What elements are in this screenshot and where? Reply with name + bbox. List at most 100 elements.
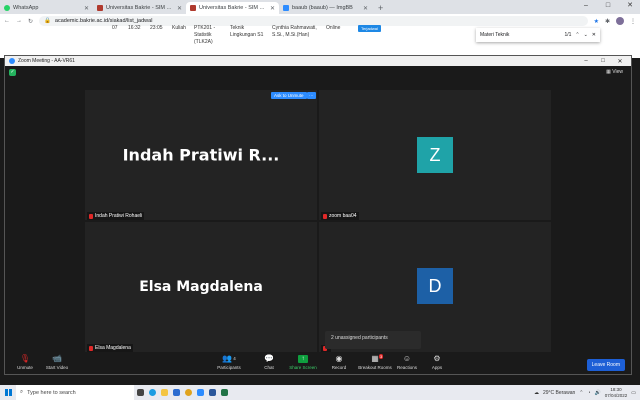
lock-icon: 🔒	[44, 18, 51, 24]
chat-icon: 💬	[264, 354, 274, 363]
unmute-button[interactable]: 🎙 Unmute	[7, 353, 43, 370]
participant-name-text: Indah Pratiwi Rohaeli	[95, 213, 143, 219]
view-button[interactable]: ▦ View	[606, 69, 623, 75]
mic-muted-icon	[323, 213, 327, 219]
lecturer: Cynthia Rahmawati, S.Si., M.Si.(Han)	[272, 25, 317, 38]
apps-button[interactable]: ⚙ Apps	[419, 353, 455, 370]
view-label: View	[612, 69, 623, 75]
close-icon[interactable]: ✕	[84, 5, 89, 12]
participant-name-text: zoom baa04	[329, 213, 357, 219]
volume-icon[interactable]: 🔊	[595, 390, 601, 396]
tab-label: Universitas Bakrie - SIM Akadem	[106, 5, 174, 11]
start-button[interactable]	[0, 385, 16, 400]
find-query[interactable]: Materi Teknik	[480, 32, 560, 38]
close-icon[interactable]: ✕	[270, 5, 275, 12]
weather-text[interactable]: 29°C Berawan	[543, 390, 575, 396]
close-button[interactable]: ✕	[613, 58, 627, 65]
start-video-label: Start Video	[45, 365, 69, 370]
status-badge: Terjadwal	[358, 25, 381, 32]
word-icon[interactable]	[206, 385, 218, 400]
ask-to-unmute-button[interactable]: Ask to Unmute	[271, 92, 307, 99]
leave-room-button[interactable]: Leave Room	[586, 359, 625, 371]
participant-initial-avatar: D	[417, 268, 453, 304]
participants-icon: 👥 4	[222, 354, 236, 363]
close-window-button[interactable]: ✕	[620, 0, 640, 12]
participants-label: Participants	[217, 365, 241, 370]
video-tile-elsa[interactable]: Elsa Magdalena Elsa Magdalena	[85, 222, 317, 352]
chat-button[interactable]: 💬 Chat	[251, 353, 287, 370]
back-icon[interactable]: ←	[4, 18, 10, 24]
start-video-button[interactable]: 📹 Start Video	[39, 353, 75, 370]
meeting-controls-toolbar: 🎙 Unmute 📹 Start Video 👥 4 Participants 💬…	[5, 352, 631, 374]
search-icon: ⌕	[20, 389, 24, 395]
close-icon[interactable]: ✕	[177, 5, 182, 12]
file-explorer-icon[interactable]	[158, 385, 170, 400]
shield-icon[interactable]: ✓	[9, 69, 16, 76]
taskbar-search[interactable]: ⌕ Type here to search	[16, 385, 134, 400]
tab-sim-akademik-2[interactable]: Universitas Bakrie - SIM Akadem ✕	[186, 2, 279, 14]
participant-name-text: Elsa Magdalena	[95, 345, 131, 351]
minimize-button[interactable]: –	[576, 0, 596, 12]
find-close-button[interactable]: ✕	[592, 32, 596, 38]
zoom-meeting-window: Zoom Meeting - AA-VR61 – □ ✕ ✓ ▦ View In…	[4, 55, 632, 375]
zoom-window-title: Zoom Meeting - AA-VR61	[18, 58, 75, 64]
tab-sim-akademik-1[interactable]: Universitas Bakrie - SIM Akadem ✕	[93, 2, 186, 14]
tab-whatsapp[interactable]: WhatsApp ✕	[0, 2, 93, 14]
close-icon[interactable]: ✕	[363, 5, 368, 12]
store-icon[interactable]	[170, 385, 182, 400]
profile-avatar[interactable]	[616, 17, 624, 25]
participant-name-label: Indah Pratiwi Rohaeli	[87, 212, 145, 220]
new-tab-button[interactable]: +	[372, 2, 389, 14]
weather-icon: ☁	[533, 389, 539, 396]
forward-icon[interactable]: →	[16, 18, 22, 24]
find-next-button[interactable]: ⌄	[584, 32, 588, 38]
reload-icon[interactable]: ↻	[28, 18, 33, 25]
excel-icon[interactable]	[218, 385, 230, 400]
unassigned-participants-popup[interactable]: 2 unassigned participants	[325, 331, 421, 349]
star-icon[interactable]: ★	[594, 18, 599, 25]
tab-label: WhatsApp	[13, 5, 39, 11]
chevron-up-icon[interactable]: ⌃	[579, 390, 583, 396]
grid-icon: ▦	[606, 69, 611, 75]
menu-icon[interactable]: ⋮	[630, 18, 636, 25]
participants-count: 4	[233, 356, 236, 361]
mic-muted-icon	[89, 213, 93, 219]
apps-label: Apps	[431, 365, 443, 370]
record-button[interactable]: ◉ Record	[321, 353, 357, 370]
apps-icon: ⚙	[433, 354, 441, 363]
maximize-button[interactable]: □	[596, 58, 610, 64]
zoom-app-icon[interactable]	[194, 385, 206, 400]
mic-muted-icon	[89, 345, 93, 351]
chrome-icon[interactable]	[182, 385, 194, 400]
notifications-icon[interactable]: ▭	[631, 390, 636, 396]
find-count: 1/1	[564, 32, 572, 38]
windows-taskbar: ⌕ Type here to search ☁ 29°C Berawan ⌃ ◔…	[0, 385, 640, 400]
camera-off-icon: 📹	[52, 354, 62, 363]
participants-button[interactable]: 👥 4 Participants	[211, 353, 247, 370]
video-tile-indah[interactable]: Indah Pratiwi R... Indah Pratiwi Rohaeli…	[85, 90, 317, 220]
edge-icon[interactable]	[146, 385, 158, 400]
zoom-logo-icon	[9, 58, 15, 64]
university-icon	[190, 5, 196, 11]
whatsapp-icon	[4, 5, 10, 11]
minimize-button[interactable]: –	[579, 58, 593, 64]
video-tile-zoom-baa04[interactable]: Z zoom baa04	[319, 90, 551, 220]
task-view-icon[interactable]	[134, 385, 146, 400]
participant-display-name: Elsa Magdalena	[139, 279, 263, 295]
taskbar-clock[interactable]: 18:30 07/04/2022	[605, 387, 628, 399]
share-screen-button[interactable]: ↑ Share Screen	[285, 353, 321, 370]
breakout-badge: 3	[379, 354, 384, 359]
zoom-title-bar: Zoom Meeting - AA-VR61 – □ ✕	[5, 56, 631, 66]
tab-imgbb[interactable]: baaub (baaub) — ImgBB ✕	[279, 2, 372, 14]
maximize-button[interactable]: □	[598, 0, 618, 12]
breakout-rooms-label: Breakout Rooms	[358, 365, 392, 370]
extensions-icon[interactable]: ✱	[605, 18, 610, 25]
more-options-button[interactable]: ···	[307, 92, 316, 99]
windows-icon	[4, 389, 12, 396]
browser-tab-strip: WhatsApp ✕ Universitas Bakrie - SIM Akad…	[0, 0, 640, 14]
find-prev-button[interactable]: ⌃	[575, 32, 579, 38]
tab-label: baaub (baaub) — ImgBB	[292, 5, 353, 11]
reactions-icon: ☺	[402, 354, 412, 363]
network-icon[interactable]: ◔	[587, 390, 590, 396]
record-label: Record	[331, 365, 347, 370]
